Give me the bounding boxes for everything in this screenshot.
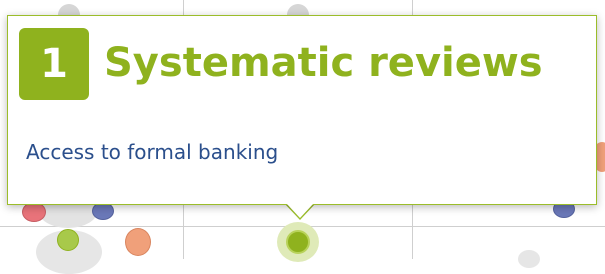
popup-pointer-fill <box>286 203 314 218</box>
evidence-dot[interactable] <box>22 202 46 222</box>
outcome-link[interactable]: Access to formal banking <box>26 138 278 166</box>
review-count-badge: 1 <box>19 28 89 100</box>
evidence-dot[interactable] <box>125 228 151 256</box>
evidence-dot[interactable] <box>57 229 79 251</box>
popup-title: Systematic reviews <box>104 40 543 86</box>
evidence-dot[interactable] <box>518 250 540 268</box>
selected-evidence-dot[interactable] <box>286 230 310 254</box>
